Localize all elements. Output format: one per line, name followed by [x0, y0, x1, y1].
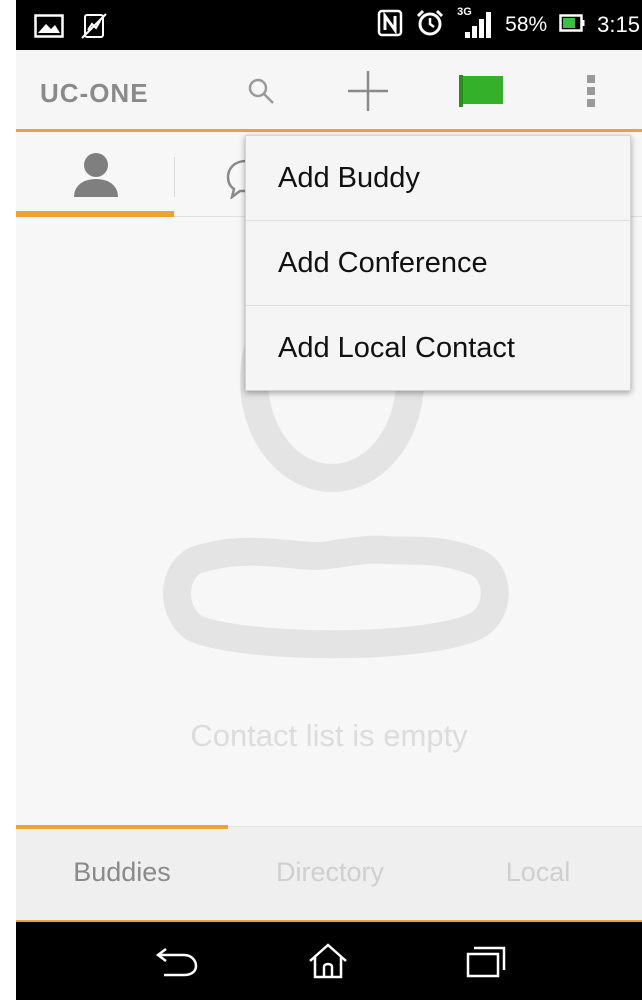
- contacts-person-icon: [68, 151, 124, 203]
- presence-flag-icon[interactable]: [458, 68, 504, 114]
- selected-tab-indicator: [16, 211, 174, 217]
- add-popup-menu: Add Buddy Add Conference Add Local Conta…: [245, 135, 631, 391]
- bottom-tab-bar: Buddies Directory Local: [16, 825, 642, 922]
- menu-item-add-local-contact[interactable]: Add Local Contact: [246, 306, 630, 391]
- battery-percent: 58%: [505, 13, 548, 36]
- back-icon[interactable]: [146, 936, 206, 986]
- battery-icon: [559, 13, 585, 37]
- tab-local[interactable]: Local: [434, 857, 642, 888]
- home-icon[interactable]: [298, 936, 358, 986]
- nfc-icon: [377, 9, 403, 42]
- status-bar: 3G 58% 3:15: [16, 0, 642, 50]
- tab-directory[interactable]: Directory: [226, 857, 434, 888]
- add-icon[interactable]: [345, 68, 391, 114]
- recents-icon[interactable]: [456, 936, 516, 986]
- app-title: UC-ONE: [40, 78, 149, 108]
- empty-state-message: Contact list is empty: [190, 718, 468, 753]
- status-time: 3:15: [597, 12, 640, 37]
- phone-screen: 3G 58% 3:15 UC-ONE Contact list is empty…: [16, 0, 642, 1000]
- tab-divider: [174, 157, 175, 197]
- navigation-bar: [16, 922, 642, 1000]
- signal-icon: 3G: [457, 6, 493, 40]
- menu-item-add-buddy[interactable]: Add Buddy: [246, 136, 630, 221]
- alarm-icon: [415, 8, 445, 43]
- tab-buddies[interactable]: Buddies: [18, 857, 226, 888]
- tab-contacts[interactable]: [16, 135, 174, 217]
- tab-chat[interactable]: [176, 135, 247, 217]
- overflow-menu-icon[interactable]: [568, 68, 614, 114]
- bottom-tab-indicator: [16, 825, 228, 829]
- gallery-icon: [34, 14, 64, 42]
- search-icon[interactable]: [238, 68, 284, 114]
- action-bar: UC-ONE: [16, 50, 642, 132]
- sim-icon: [80, 12, 108, 44]
- menu-item-add-conference[interactable]: Add Conference: [246, 221, 630, 306]
